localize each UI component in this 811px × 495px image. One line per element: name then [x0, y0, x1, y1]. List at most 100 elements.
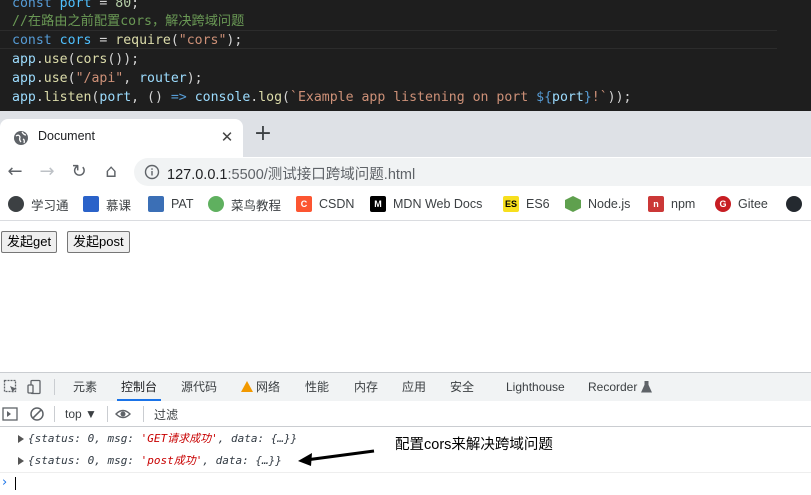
log-msg-value: 'GET请求成功' — [140, 432, 218, 445]
toolbar-divider — [107, 406, 108, 422]
new-tab-button[interactable]: + — [252, 123, 274, 146]
bookmark-pat[interactable]: PAT — [148, 195, 193, 213]
bookmark-npm[interactable]: n npm — [648, 195, 695, 213]
nodejs-icon — [565, 196, 581, 212]
expand-triangle-icon[interactable] — [18, 457, 24, 465]
code-token: => — [170, 90, 187, 105]
bookmark-gitee[interactable]: G Gitee — [715, 195, 768, 213]
log-fragment: , msg: — [94, 432, 141, 445]
es6-icon: ES — [503, 196, 519, 212]
bookmark-github[interactable] — [786, 195, 809, 213]
bookmark-label: CSDN — [319, 197, 355, 211]
annotation-note: 配置cors来解决跨域问题 — [395, 437, 553, 453]
annotation-arrow-icon — [298, 449, 375, 466]
inspect-element-icon[interactable] — [3, 379, 19, 395]
browser-tab[interactable]: Document ✕ — [0, 119, 243, 157]
bookmark-mdn[interactable]: M MDN Web Docs — [370, 195, 482, 213]
code-token: `Example app listening on port — [290, 90, 537, 105]
tab-sources[interactable]: 源代码 — [181, 373, 217, 401]
device-toggle-icon[interactable] — [27, 379, 43, 395]
console-prompt[interactable]: › — [0, 472, 811, 494]
tab-network[interactable]: 网络 — [241, 373, 280, 401]
tab-title: Document — [38, 129, 95, 143]
bookmark-nodejs[interactable]: Node.js — [565, 195, 630, 213]
mdn-icon: M — [370, 196, 386, 212]
code-token: . — [35, 90, 44, 105]
back-button[interactable]: ← — [3, 160, 27, 184]
code-token: listen — [43, 90, 92, 105]
console-toolbar: top ▼ — [0, 401, 811, 427]
info-icon[interactable] — [144, 164, 160, 180]
tab-memory[interactable]: 内存 — [354, 373, 378, 401]
code-token: "cors" — [178, 33, 227, 48]
clear-console-icon[interactable] — [29, 406, 45, 422]
bookmark-label: npm — [671, 197, 696, 211]
code-line-4: app.use(cors()); — [12, 50, 139, 69]
code-token: port — [552, 90, 584, 105]
code-token: ); — [186, 71, 203, 86]
bookmark-xuexitong[interactable]: 学习通 — [8, 195, 69, 213]
npm-icon: n — [648, 196, 664, 212]
bookmark-es6[interactable]: ES ES6 — [503, 195, 550, 213]
sidebar-toggle-icon[interactable] — [2, 406, 18, 422]
bookmark-label: ES6 — [526, 197, 550, 211]
tab-security[interactable]: 安全 — [450, 373, 474, 401]
tab-console[interactable]: 控制台 — [116, 373, 162, 401]
close-tab-icon[interactable]: ✕ — [217, 127, 237, 147]
devtools-tabbar: 元素 控制台 源代码 网络 性能 内存 应用 安全 Lighthouse Rec… — [0, 372, 811, 402]
bookmark-runoob[interactable]: 菜鸟教程 — [208, 195, 281, 213]
context-select[interactable]: top ▼ — [65, 405, 97, 423]
tab-performance[interactable]: 性能 — [305, 373, 329, 401]
code-token: console — [194, 90, 251, 105]
code-token: ( — [170, 33, 179, 48]
code-line-3: const cors = require("cors"); — [0, 30, 777, 49]
tab-recorder[interactable]: Recorder — [588, 373, 652, 401]
address-bar[interactable]: 127.0.0.1:5500/测试接口跨域问题.html — [134, 158, 811, 186]
tab-elements[interactable]: 元素 — [73, 373, 97, 401]
code-token: const — [12, 33, 52, 48]
url-text[interactable]: 127.0.0.1:5500/测试接口跨域问题.html — [167, 163, 415, 184]
bookmark-label: MDN Web Docs — [393, 197, 483, 211]
send-get-button[interactable]: 发起get — [1, 231, 58, 253]
log-fragment: , msg: — [94, 454, 141, 467]
flask-icon — [640, 381, 652, 393]
console-filter-input[interactable] — [150, 404, 811, 426]
log-fragment: {status: — [28, 454, 88, 467]
globe-icon — [14, 131, 28, 145]
bookmark-label: Gitee — [738, 197, 768, 211]
bookmark-mooc[interactable]: 慕课 — [83, 195, 131, 213]
code-token: use — [43, 52, 68, 67]
eye-icon[interactable] — [115, 406, 131, 422]
expand-triangle-icon[interactable] — [18, 435, 24, 443]
forward-button[interactable]: → — [35, 160, 59, 184]
code-token: ; — [131, 0, 140, 11]
bookmark-label: 学习通 — [31, 198, 69, 213]
reload-button[interactable]: ↻ — [67, 160, 91, 184]
code-token: . — [35, 71, 44, 86]
github-icon — [786, 196, 802, 212]
warning-icon — [241, 381, 253, 392]
code-token: } — [583, 90, 592, 105]
code-token: ()); — [107, 52, 140, 67]
bookmark-csdn[interactable]: C CSDN — [296, 195, 354, 213]
url-path: :5500/测试接口跨域问题.html — [227, 167, 416, 183]
bookmark-label: 菜鸟教程 — [231, 198, 282, 213]
code-token: require — [115, 33, 171, 48]
mooc-icon — [83, 196, 99, 212]
code-token: port — [99, 90, 132, 105]
browser-tabstrip: Document ✕ + — [0, 111, 811, 157]
code-token: cors — [75, 52, 108, 67]
code-token: !` — [591, 90, 608, 105]
home-button[interactable]: ⌂ — [99, 160, 123, 184]
tab-application[interactable]: 应用 — [402, 373, 426, 401]
code-token: = — [91, 0, 116, 11]
log-fragment: , data: {…}} — [202, 454, 282, 467]
bookmark-label: Node.js — [588, 197, 631, 211]
send-post-button[interactable]: 发起post — [67, 231, 130, 253]
code-token: cors — [59, 33, 92, 48]
tab-lighthouse[interactable]: Lighthouse — [506, 373, 565, 401]
tab-recorder-label: Recorder — [588, 380, 638, 394]
code-line-2: //在路由之前配置cors，解决跨域问题 — [12, 12, 244, 31]
toolbar-divider — [54, 406, 55, 422]
